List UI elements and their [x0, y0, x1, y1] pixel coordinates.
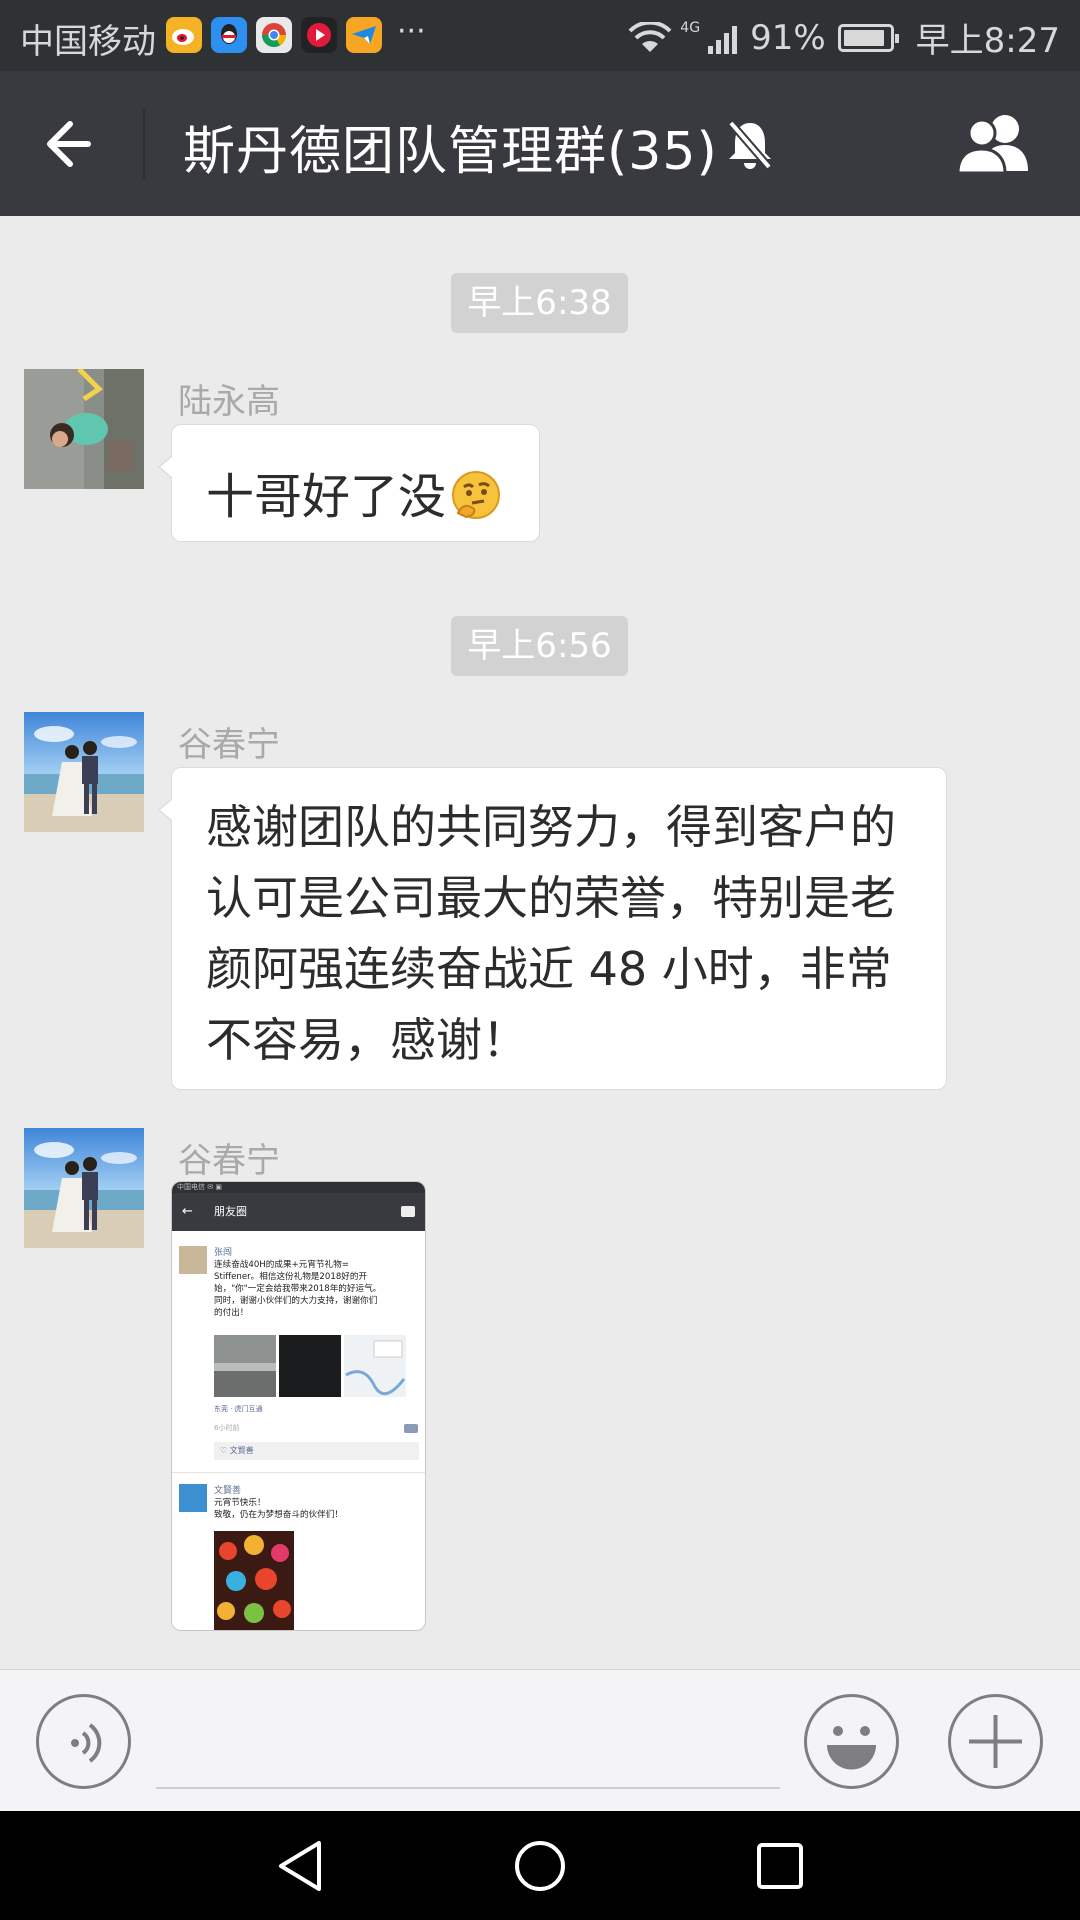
shot-post-line: 同时，谢谢小伙伴们的大力支持，谢谢你们 [214, 1296, 378, 1306]
muted-bell-icon [724, 117, 776, 173]
voice-input-button[interactable] [36, 1694, 131, 1789]
shot-post-line: 元宵节快乐！ [214, 1498, 266, 1508]
sender-name: 陆永高 [178, 382, 280, 422]
shot-photo-lanterns [214, 1531, 294, 1630]
battery-percent: 91% [750, 17, 826, 58]
shot-post-line: Stiffener。相信这份礼物是2018好的开 [214, 1272, 368, 1282]
wifi-icon [628, 21, 672, 52]
status-bar: 中国移动 ··· 4G 91% 早上8:27 [0, 0, 1080, 71]
back-button[interactable] [40, 111, 106, 177]
shot-photo-map [344, 1335, 406, 1397]
carrier-label: 中国移动 [20, 22, 156, 62]
shot-back-icon: ← [182, 1204, 193, 1219]
nav-recents-button[interactable] [745, 1833, 815, 1899]
clock: 早上8:27 [915, 21, 1060, 61]
status-indicators: 4G 91% 早上8:27 [628, 13, 1060, 62]
signal-icon [708, 25, 738, 54]
avatar[interactable] [24, 1128, 144, 1248]
notification-icons: ··· [166, 13, 426, 53]
shot-title-bar: ← 朋友圈 [172, 1193, 425, 1231]
nav-recents-icon [757, 1843, 803, 1889]
message-text: 十哥好了没 [206, 469, 447, 525]
shot-post-line: 连续奋战40H的成果+元宵节礼物= [214, 1260, 349, 1270]
shot-title: 朋友圈 [214, 1205, 247, 1218]
battery-icon [837, 23, 899, 52]
shot-divider [172, 1472, 425, 1473]
shot-photo [279, 1335, 341, 1397]
shared-screenshot-image[interactable]: 中国电信 ✉ ▣ ← 朋友圈 张闯 连续奋战40H的成果+元宵节礼物= Stif… [171, 1181, 426, 1631]
voice-icon [71, 1723, 102, 1763]
avatar[interactable] [24, 369, 144, 489]
plus-icon [969, 1715, 1022, 1768]
weibo-icon [166, 17, 202, 53]
chat-title: 斯丹德团队管理群(35) [183, 122, 718, 182]
message-input-bar [0, 1669, 1080, 1811]
network-type-label: 4G [680, 19, 701, 36]
more-notifications: ··· [397, 13, 426, 49]
smiley-icon [827, 1726, 876, 1770]
avatar[interactable] [24, 712, 144, 832]
shot-post-author: 张闯 [214, 1248, 233, 1258]
emoji-button[interactable] [804, 1694, 899, 1789]
shot-post-line: 致敬，仍在为梦想奋斗的伙伴们！ [214, 1510, 343, 1520]
chrome-icon [256, 17, 292, 53]
shot-avatar [179, 1484, 207, 1512]
nav-back-icon [279, 1841, 321, 1891]
nav-home-button[interactable] [505, 1833, 575, 1899]
timestamp: 早上6:56 [451, 616, 628, 676]
shot-avatar [179, 1246, 207, 1274]
shot-post-text: 元宵节快乐！ 致敬，仍在为梦想奋斗的伙伴们！ [214, 1497, 419, 1521]
mail-app-icon [346, 17, 382, 53]
shot-post-time: 6小时前 [214, 1424, 240, 1432]
chat-title-bar: 斯丹德团队管理群(35) [0, 71, 1080, 216]
message-line: 不容易，感谢！ [206, 1013, 528, 1067]
more-functions-button[interactable] [948, 1694, 1043, 1789]
back-arrow-icon [47, 121, 91, 167]
group-members-icon [956, 115, 1028, 175]
shot-status-bar: 中国电信 ✉ ▣ [172, 1182, 425, 1193]
group-members-button[interactable] [950, 111, 1040, 177]
message-line: 颜阿强连续奋战近 48 小时，非常 [206, 942, 892, 996]
shot-post-line: 的付出！ [214, 1308, 249, 1318]
shot-post-location: 东莞 · 虎门互通 [214, 1405, 263, 1413]
shot-likes: ♡ 文賢善 [214, 1442, 419, 1460]
shot-comment-icon [404, 1424, 418, 1433]
system-navigation-bar [0, 1811, 1080, 1920]
nav-back-button[interactable] [265, 1833, 335, 1899]
sender-name: 谷春宁 [178, 725, 280, 765]
message-bubble[interactable]: 感谢团队的共同努力，得到客户的 认可是公司最大的荣誉，特别是老 颜阿强连续奋战近… [158, 767, 947, 1090]
nav-home-icon [515, 1841, 565, 1891]
message-bubble[interactable]: 十哥好了没 [158, 424, 540, 542]
message-line: 感谢团队的共同努力，得到客户的 [206, 800, 896, 854]
timestamp: 早上6:38 [451, 273, 628, 333]
shot-camera-icon [401, 1206, 415, 1217]
shot-post-line: 始，"你"一定会给我带来2018年的好运气。 [214, 1284, 382, 1294]
qq-icon [211, 17, 247, 53]
shot-post-text: 连续奋战40H的成果+元宵节礼物= Stiffener。相信这份礼物是2018好… [214, 1259, 419, 1319]
video-app-icon [301, 17, 337, 53]
title-divider [143, 109, 145, 179]
sender-name: 谷春宁 [178, 1141, 280, 1181]
shot-post-author: 文賢善 [214, 1486, 242, 1496]
message-line: 认可是公司最大的荣誉，特别是老 [206, 871, 896, 925]
shot-photo [214, 1335, 276, 1397]
thinking-emoji-icon [452, 471, 501, 519]
message-input[interactable] [156, 1787, 780, 1789]
